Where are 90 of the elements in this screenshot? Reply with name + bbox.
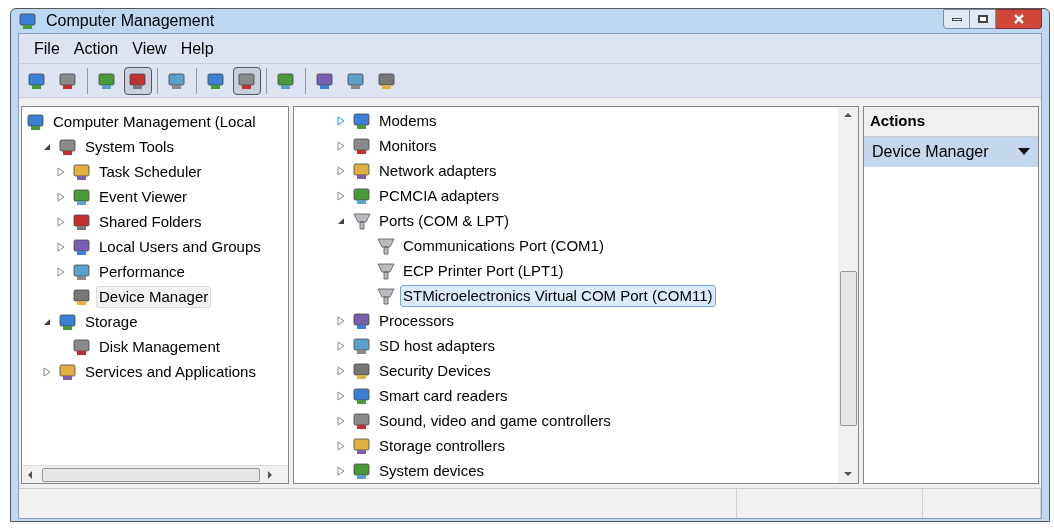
expand-arrow-icon[interactable] xyxy=(42,366,52,377)
tree-item-label[interactable]: Network adapters xyxy=(376,159,500,182)
tree-item-label[interactable]: Processors xyxy=(376,309,458,332)
device-category-icon xyxy=(352,160,372,181)
tree-item-label[interactable]: ECP Printer Port (LPT1) xyxy=(400,259,567,282)
scroll-arrow-icon[interactable] xyxy=(843,469,853,479)
toolbar-icon xyxy=(97,70,117,91)
toolbar-icon xyxy=(206,70,226,91)
toolbar-icon xyxy=(58,70,78,91)
toolbar-icon xyxy=(167,70,187,91)
actions-section-header[interactable]: Device Manager xyxy=(864,137,1038,167)
computer-icon xyxy=(26,111,46,132)
port-icon xyxy=(376,235,396,256)
scrollbar-thumb[interactable] xyxy=(42,467,260,482)
tree-item-label[interactable]: Monitors xyxy=(376,134,440,157)
device-category-icon xyxy=(352,460,372,481)
tree-item-label[interactable]: Device Manager xyxy=(96,285,212,308)
tree-item-label[interactable]: Storage controllers xyxy=(376,434,508,457)
device-category-icon xyxy=(352,110,372,131)
toolbar-icon xyxy=(346,70,366,91)
expand-arrow-icon[interactable] xyxy=(336,315,346,326)
tree-item-label[interactable]: SD host adapters xyxy=(376,334,498,357)
horizontal-scrollbar[interactable] xyxy=(22,465,288,483)
toolbar-icon xyxy=(237,70,257,91)
toolbar-icon xyxy=(377,70,397,91)
expand-arrow-icon[interactable] xyxy=(56,216,66,227)
actions-header: Actions xyxy=(864,107,1038,137)
close-icon xyxy=(1012,14,1025,24)
expand-arrow-icon[interactable] xyxy=(336,190,346,201)
tree-item-label[interactable]: Security Devices xyxy=(376,359,494,382)
toolbar-button[interactable] xyxy=(124,66,152,95)
expand-arrow-icon[interactable] xyxy=(336,115,346,126)
device-category-icon xyxy=(352,360,372,381)
tree-item-label[interactable]: Smart card readers xyxy=(376,384,511,407)
device-category-icon xyxy=(352,310,372,331)
expand-arrow-icon[interactable] xyxy=(336,340,346,351)
tree-item-label[interactable]: Event Viewer xyxy=(96,185,191,208)
expand-arrow-icon[interactable] xyxy=(56,166,66,177)
toolbar-icon xyxy=(128,70,148,91)
tree-item-label[interactable]: Disk Management xyxy=(96,335,223,358)
maximize-button[interactable] xyxy=(970,9,996,29)
expand-arrow-icon[interactable] xyxy=(56,191,66,202)
tree-item-label[interactable]: Local Users and Groups xyxy=(96,235,264,258)
port-icon xyxy=(352,210,372,231)
scrollbar-thumb[interactable] xyxy=(839,271,857,426)
menu-item[interactable]: Action xyxy=(68,36,124,61)
tree-item-label[interactable]: Services and Applications xyxy=(82,360,259,383)
device-category-icon xyxy=(352,385,372,406)
expand-arrow-icon[interactable] xyxy=(336,440,346,451)
tree-item-label[interactable]: Sound, video and game controllers xyxy=(376,409,614,432)
tree-item-label[interactable]: STMicroelectronics Virtual COM Port (COM11) xyxy=(400,284,716,307)
tree-item-label[interactable]: Task Scheduler xyxy=(96,160,205,183)
expand-arrow-icon[interactable] xyxy=(336,365,346,376)
expand-arrow-icon[interactable] xyxy=(336,165,346,176)
tree-item-label[interactable]: Shared Folders xyxy=(96,210,205,233)
device-category-icon xyxy=(352,410,372,431)
computer-icon xyxy=(18,11,38,31)
tree-item-label[interactable]: Modems xyxy=(376,109,440,132)
tree-item-label[interactable]: System devices xyxy=(376,459,488,482)
tree-item-label[interactable]: Ports (COM & LPT) xyxy=(376,209,512,232)
toolbar-button[interactable] xyxy=(233,66,261,95)
expand-arrow-icon[interactable] xyxy=(336,390,346,401)
tree-item-label[interactable]: System Tools xyxy=(82,135,177,158)
device-category-icon xyxy=(352,135,372,156)
toolbar-icon xyxy=(27,70,47,91)
device-category-icon xyxy=(352,435,372,456)
close-button[interactable] xyxy=(996,9,1042,29)
minimize-button[interactable] xyxy=(943,9,970,29)
menu-item[interactable]: View xyxy=(127,36,172,61)
tree-item-label[interactable]: Communications Port (COM1) xyxy=(400,234,607,257)
expand-arrow-icon[interactable] xyxy=(336,465,346,476)
vertical-scrollbar[interactable] xyxy=(838,107,858,483)
window-title: Computer Management xyxy=(46,11,215,31)
tree-item-label[interactable]: Computer Management (Local xyxy=(50,110,259,133)
menu-item[interactable]: Help xyxy=(175,36,219,61)
port-icon xyxy=(376,260,396,281)
device-category-icon xyxy=(352,185,372,206)
tree-item-label[interactable]: PCMCIA adapters xyxy=(376,184,503,207)
toolbar-icon xyxy=(315,70,335,91)
port-icon xyxy=(376,285,396,306)
expand-arrow-icon[interactable] xyxy=(56,266,66,277)
expand-arrow-icon[interactable] xyxy=(336,415,346,426)
expand-arrow-icon[interactable] xyxy=(56,241,66,252)
device-category-icon xyxy=(352,335,372,356)
menu-item[interactable]: File xyxy=(29,36,65,61)
expand-arrow-icon[interactable] xyxy=(336,140,346,151)
toolbar-icon xyxy=(276,70,296,91)
tree-item-label[interactable]: Performance xyxy=(96,260,188,283)
tree-item-label[interactable]: Storage xyxy=(82,310,141,333)
dropdown-arrow-icon xyxy=(1018,148,1030,156)
